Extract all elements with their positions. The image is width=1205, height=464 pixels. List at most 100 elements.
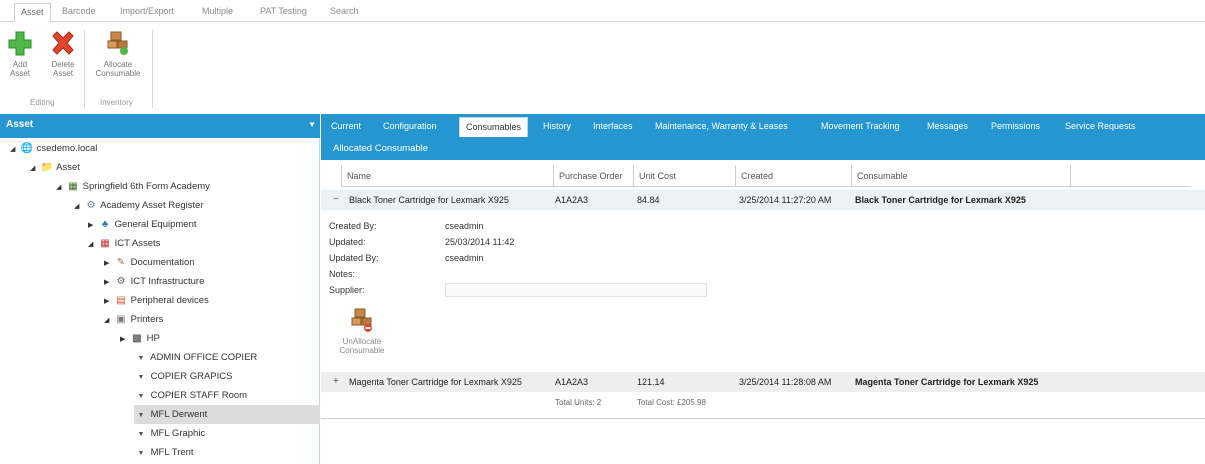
allocated-consumable-header: Allocated Consumable (321, 138, 1205, 160)
cell-purchase-order: A1A2A3 (555, 377, 589, 387)
notes-label: Notes: (329, 269, 356, 279)
ribbon-tab-asset[interactable]: Asset (14, 3, 51, 23)
tree-toggle-icon[interactable]: ◢ (74, 197, 84, 216)
editing-group-label: Editing (30, 98, 55, 107)
tab-configuration[interactable]: Configuration (383, 121, 437, 131)
add-asset-button[interactable]: Add Asset (6, 30, 34, 78)
tree-item-hp[interactable]: ▶ ▩ HP (120, 329, 160, 348)
ribbon-tab-bar: Asset Barcode Import/Export Multiple PAT… (0, 0, 1205, 23)
tree-toggle-icon[interactable]: ◢ (56, 178, 66, 197)
consumable-grid: Name Purchase Order Unit Cost Created Co… (321, 160, 1205, 464)
tree-toggle-icon[interactable]: ▶ (104, 273, 114, 292)
column-header-consumable[interactable]: Consumable (851, 165, 1071, 187)
collapse-icon[interactable]: − (333, 194, 339, 205)
grid-divider (321, 418, 1205, 419)
tree-toggle-icon[interactable]: ◢ (10, 140, 20, 159)
table-row[interactable]: − Black Toner Cartridge for Lexmark X925… (321, 190, 1205, 210)
tree-item-copier-grapics[interactable]: ▼ COPIER GRAPICS (134, 367, 233, 386)
tree-item-printers[interactable]: ◢ ▣ Printers (104, 310, 163, 329)
tree-item-mfl-derwent[interactable]: ▼ MFL Derwent (134, 405, 320, 424)
tree-item-label: MFL Derwent (150, 409, 208, 420)
tree-item-label: csedemo.local (36, 143, 98, 154)
cell-created: 3/25/2014 11:27:20 AM (739, 195, 832, 205)
tree-item-label: Peripheral devices (130, 295, 209, 306)
tree-item-label: Printers (130, 314, 164, 325)
ribbon-tab-search[interactable]: Search (330, 6, 359, 16)
ribbon-tab-import-export[interactable]: Import/Export (120, 6, 174, 16)
consumable-icon (107, 31, 128, 55)
tree-item-ict-assets[interactable]: ◢ ▦ ICT Assets (88, 234, 160, 253)
tab-interfaces[interactable]: Interfaces (593, 121, 633, 131)
updated-value: 25/03/2014 11:42 (445, 237, 515, 247)
tree-item-asset[interactable]: ◢ 📁 Asset (30, 158, 80, 177)
tree-toggle-icon[interactable]: ◢ (88, 235, 98, 254)
organisation-icon: ▦ (68, 181, 78, 192)
table-row[interactable]: + Magenta Toner Cartridge for Lexmark X9… (321, 372, 1205, 392)
tab-service-requests[interactable]: Service Requests (1065, 121, 1136, 131)
device-icon: ▼ (137, 431, 145, 438)
column-header-created[interactable]: Created (735, 165, 851, 187)
tree-item-ict-infrastructure[interactable]: ▶ ⚙ ICT Infrastructure (104, 272, 204, 291)
cell-consumable: Black Toner Cartridge for Lexmark X925 (855, 195, 1026, 205)
folder-icon: 📁 (40, 162, 54, 173)
tree-item-label: Asset (56, 162, 80, 173)
device-icon: ▼ (137, 393, 145, 400)
allocate-consumable-button[interactable]: Allocate Consumable (90, 30, 146, 78)
ribbon-tab-multiple[interactable]: Multiple (202, 6, 233, 16)
tree-item-admin-office-copier[interactable]: ▼ ADMIN OFFICE COPIER (134, 348, 258, 367)
documentation-icon: ✎ (116, 257, 126, 268)
unallocate-consumable-button[interactable]: UnAllocate Consumable (329, 307, 395, 355)
tree-toggle-icon[interactable]: ▶ (120, 330, 130, 349)
tree-item-copier-staff-room[interactable]: ▼ COPIER STAFF Room (134, 386, 248, 405)
delete-asset-button[interactable]: Delete Asset (48, 30, 78, 78)
tree-toggle-icon[interactable]: ▶ (104, 254, 114, 273)
tab-maintenance[interactable]: Maintenance, Warranty & Leases (655, 121, 788, 131)
manufacturer-icon: ▩ (132, 333, 142, 344)
tree-toggle-icon[interactable]: ▶ (88, 216, 98, 235)
tree-toggle-icon[interactable]: ◢ (30, 159, 40, 178)
tree-item-mfl-trent[interactable]: ▼ MFL Trent (134, 443, 194, 462)
tree-item-label: ICT Infrastructure (130, 276, 205, 287)
supplier-field[interactable] (445, 283, 707, 297)
tree-item-mfl-graphic[interactable]: ▼ MFL Graphic (134, 424, 206, 443)
column-header-unit-cost[interactable]: Unit Cost (633, 165, 735, 187)
pin-icon[interactable]: ▼ (308, 120, 316, 129)
tab-consumables[interactable]: Consumables (459, 117, 529, 137)
allocate-consumable-label: Allocate Consumable (95, 60, 141, 78)
tab-history[interactable]: History (543, 121, 571, 131)
column-header-purchase-order[interactable]: Purchase Order (553, 165, 633, 187)
tree-item-label: Academy Asset Register (100, 200, 204, 211)
tree-item-documentation[interactable]: ▶ ✎ Documentation (104, 253, 195, 272)
created-by-value: cseadmin (445, 221, 484, 231)
inventory-group-label: Inventory (100, 98, 133, 107)
cell-consumable: Magenta Toner Cartridge for Lexmark X925 (855, 377, 1039, 387)
tree-item-general-equipment[interactable]: ▶ ♣ General Equipment (88, 215, 197, 234)
tree-item-csedemo-local[interactable]: ◢ 🌐 csedemo.local (10, 139, 97, 158)
tab-permissions[interactable]: Permissions (991, 121, 1040, 131)
tab-current[interactable]: Current (331, 121, 361, 131)
tree-item-asset-register[interactable]: ◢ ⚙ Academy Asset Register (74, 196, 204, 215)
tree-toggle-icon[interactable]: ▶ (104, 292, 114, 311)
tree-item-label: MFL Graphic (150, 428, 206, 439)
updated-by-label: Updated By: (329, 253, 379, 263)
tree-item-springfield[interactable]: ◢ ▦ Springfield 6th Form Academy (56, 177, 210, 196)
domain-icon: 🌐 (20, 143, 34, 154)
expand-icon[interactable]: + (333, 376, 339, 387)
equipment-icon: ♣ (101, 219, 109, 230)
asset-tree: ◢ 🌐 csedemo.local ◢ 📁 Asset ◢ ▦ Springfield… (0, 138, 320, 464)
printer-icon: ▣ (116, 314, 126, 325)
tree-item-label: MFL Trent (150, 447, 194, 458)
tab-messages[interactable]: Messages (927, 121, 968, 131)
ribbon-tab-pat-testing[interactable]: PAT Testing (260, 6, 307, 16)
tab-movement-tracking[interactable]: Movement Tracking (821, 121, 900, 131)
cell-unit-cost: 84.84 (637, 195, 660, 205)
ribbon-separator (84, 30, 85, 108)
tree-item-label: ICT Assets (114, 238, 161, 249)
ribbon-tab-barcode[interactable]: Barcode (62, 6, 96, 16)
column-header-name[interactable]: Name (341, 165, 553, 187)
tree-toggle-icon[interactable]: ◢ (104, 311, 114, 330)
cell-created: 3/25/2014 11:28:08 AM (739, 377, 832, 387)
device-icon: ▼ (137, 355, 145, 362)
tree-item-peripheral-devices[interactable]: ▶ ▤ Peripheral devices (104, 291, 209, 310)
peripheral-icon: ▤ (116, 295, 126, 306)
